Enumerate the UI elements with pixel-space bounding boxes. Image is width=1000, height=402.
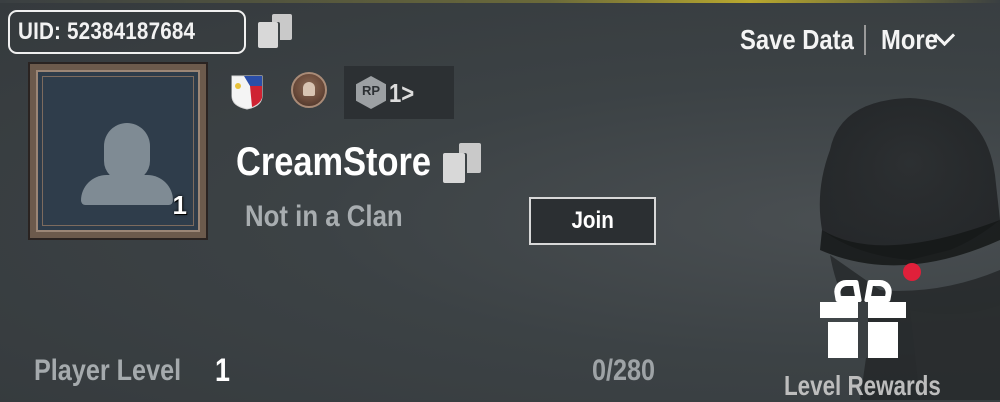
tier-medal-icon[interactable] bbox=[291, 72, 327, 108]
copy-uid-icon[interactable] bbox=[258, 14, 292, 48]
rp-icon: RP bbox=[356, 76, 386, 109]
copy-name-icon[interactable] bbox=[443, 143, 483, 183]
royale-pass-badge[interactable]: RP 1> bbox=[344, 66, 454, 119]
save-data-button[interactable]: Save Data bbox=[740, 24, 854, 56]
uid-box[interactable]: UID: 52384187684 bbox=[8, 10, 246, 54]
top-right-menu: Save Data More bbox=[730, 20, 956, 60]
level-rewards-button[interactable]: Level Rewards bbox=[784, 370, 941, 402]
gift-icon[interactable] bbox=[820, 278, 906, 358]
xp-progress: 0/280 bbox=[592, 354, 656, 387]
join-button-label: Join bbox=[571, 207, 614, 234]
more-button[interactable]: More bbox=[881, 24, 938, 56]
menu-divider bbox=[864, 25, 867, 55]
avatar-placeholder-icon bbox=[104, 123, 150, 181]
clan-status: Not in a Clan bbox=[245, 200, 403, 233]
avatar-frame[interactable]: 1 bbox=[28, 62, 208, 240]
philippines-flag-icon bbox=[231, 75, 263, 110]
player-level-label: Player Level bbox=[34, 354, 182, 387]
player-name: CreamStore bbox=[236, 140, 432, 184]
avatar-level: 1 bbox=[172, 190, 187, 220]
player-level-value: 1 bbox=[215, 352, 230, 388]
notification-dot bbox=[903, 263, 921, 281]
rp-value: 1> bbox=[389, 78, 415, 108]
uid-text: UID: 52384187684 bbox=[18, 18, 196, 45]
avatar: 1 bbox=[42, 76, 194, 226]
join-clan-button[interactable]: Join bbox=[529, 197, 656, 245]
top-accent-line bbox=[0, 0, 1000, 3]
